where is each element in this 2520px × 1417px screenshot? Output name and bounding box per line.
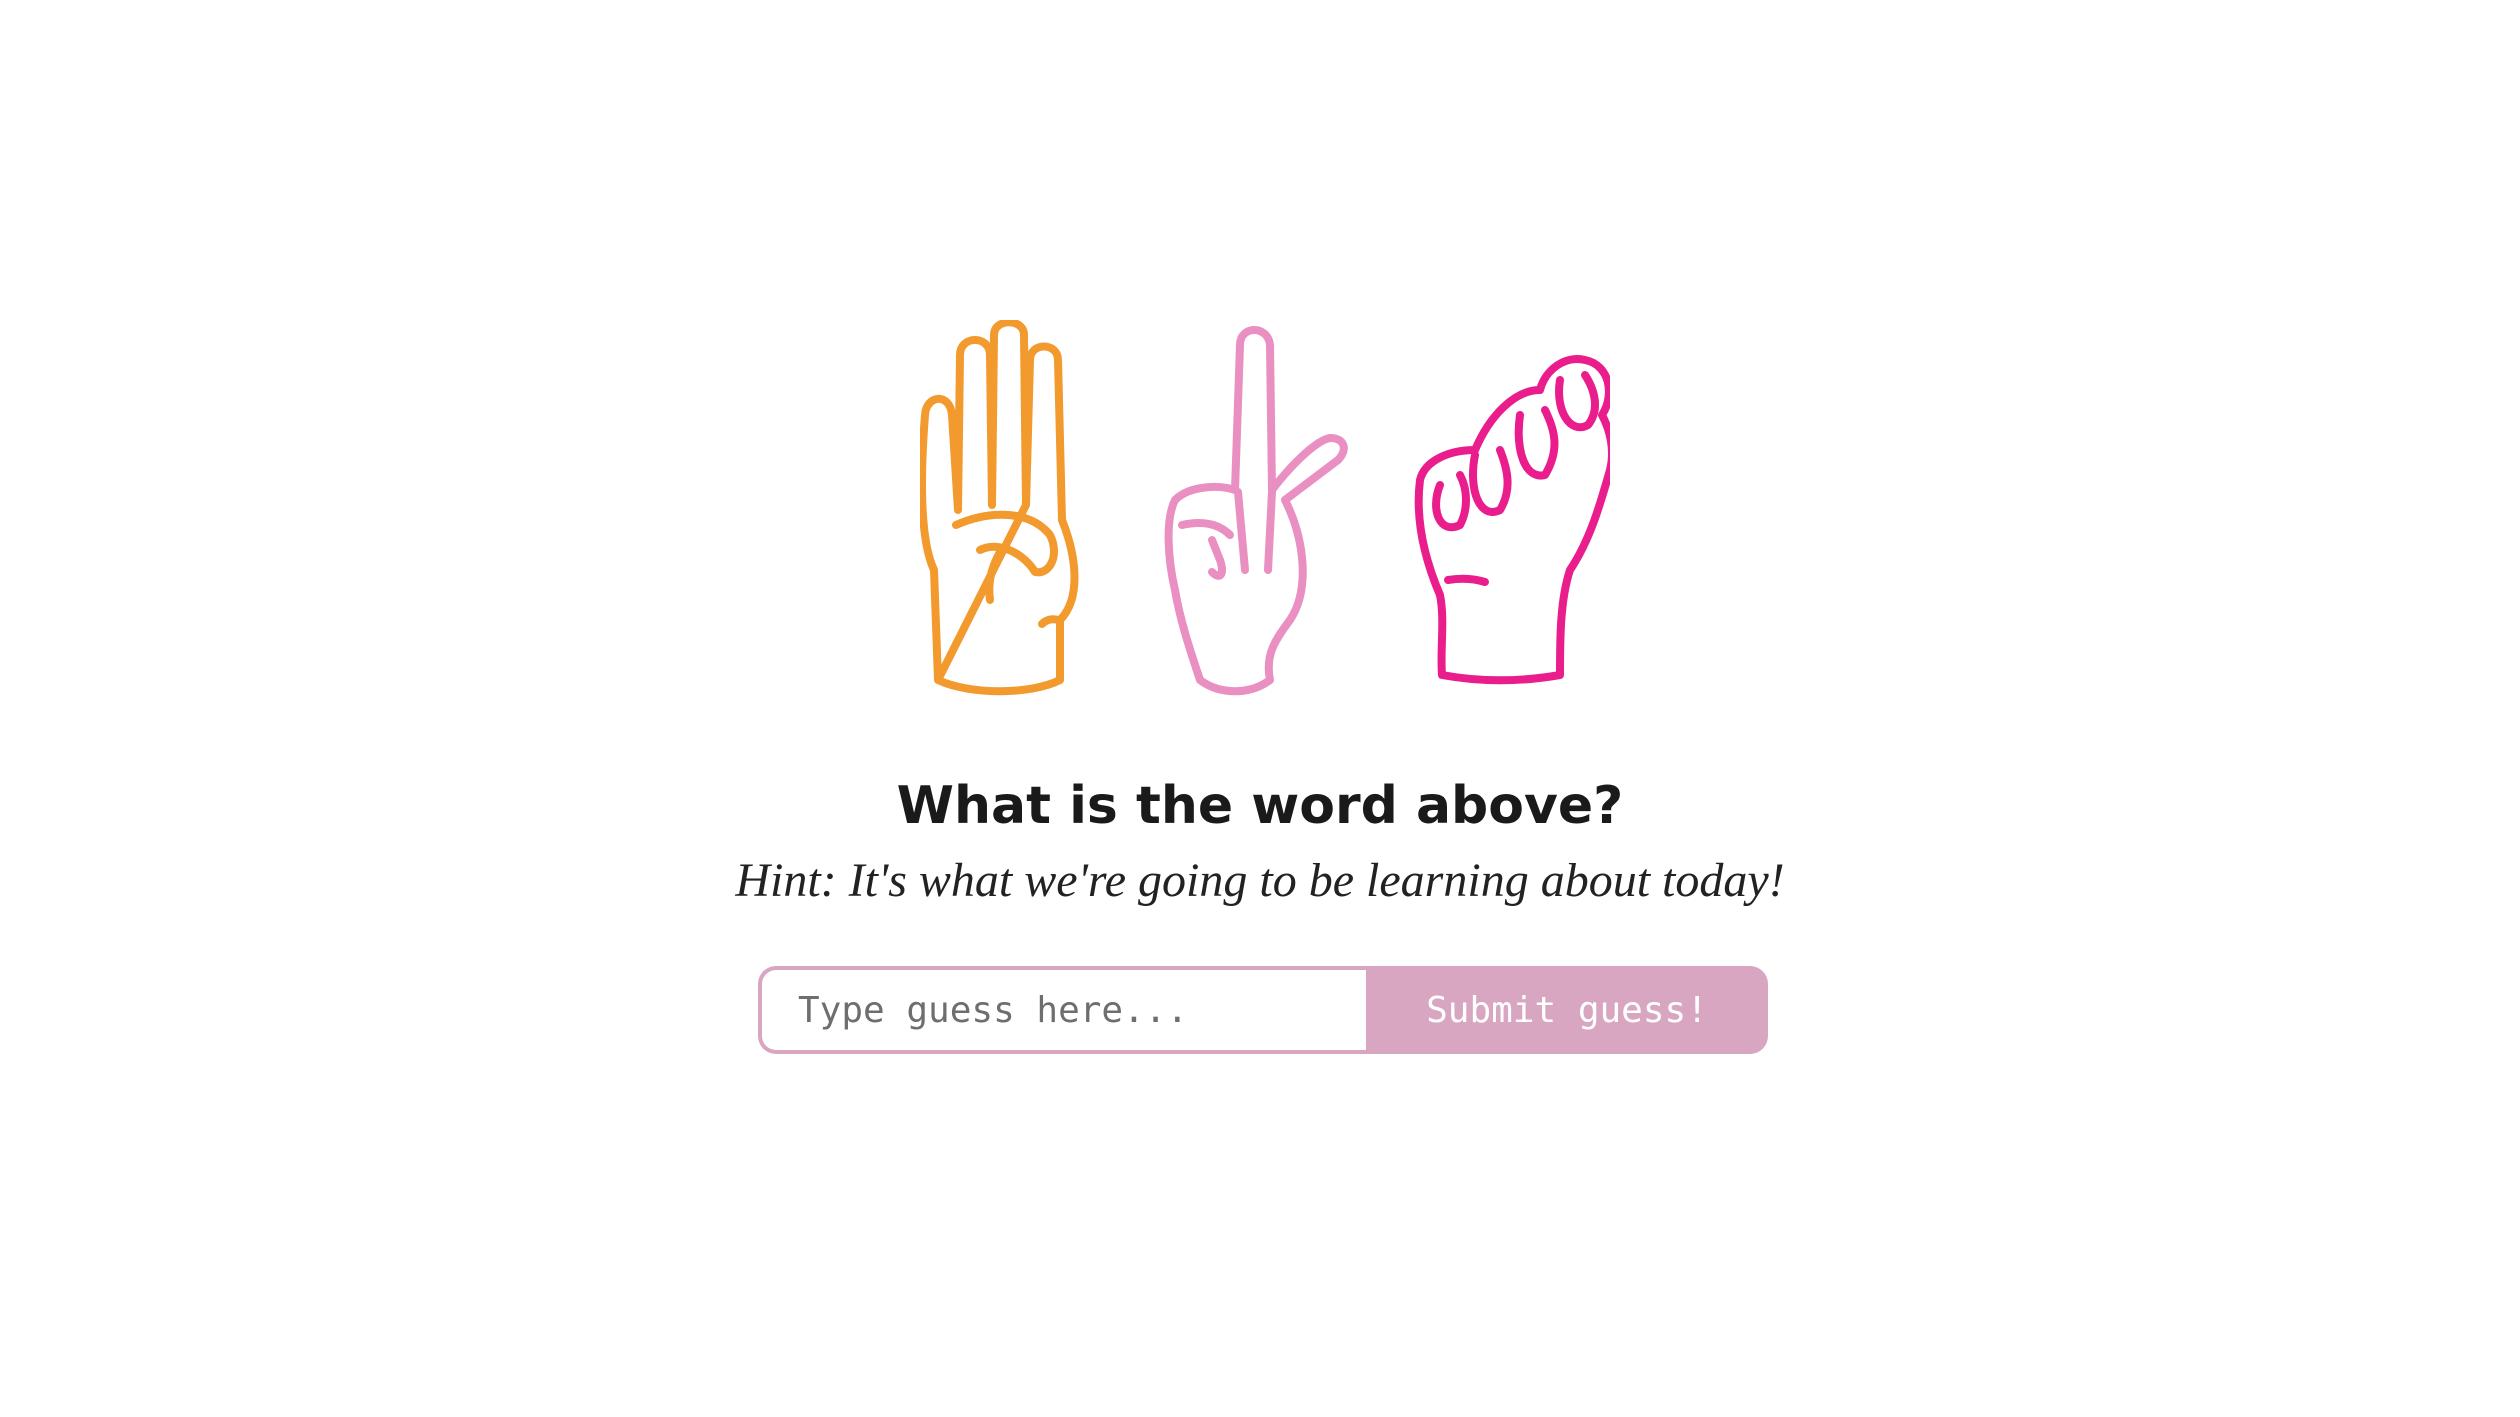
guess-form: Submit guess! xyxy=(758,966,1768,1054)
asl-letter-d-hand-icon xyxy=(1164,326,1348,696)
sign-language-hands-svg xyxy=(920,320,1610,696)
question-heading: What is the word above? xyxy=(896,776,1624,836)
asl-letter-s-hand-icon xyxy=(1414,355,1610,685)
hint-text: Hint: It's what we're going to be learni… xyxy=(735,854,1785,907)
submit-guess-button[interactable]: Submit guess! xyxy=(1366,966,1768,1054)
asl-letter-b-hand-icon xyxy=(920,320,1079,696)
guess-input[interactable] xyxy=(758,966,1366,1054)
guess-page: What is the word above? Hint: It's what … xyxy=(0,0,2520,1417)
sign-language-illustration xyxy=(920,320,1610,710)
